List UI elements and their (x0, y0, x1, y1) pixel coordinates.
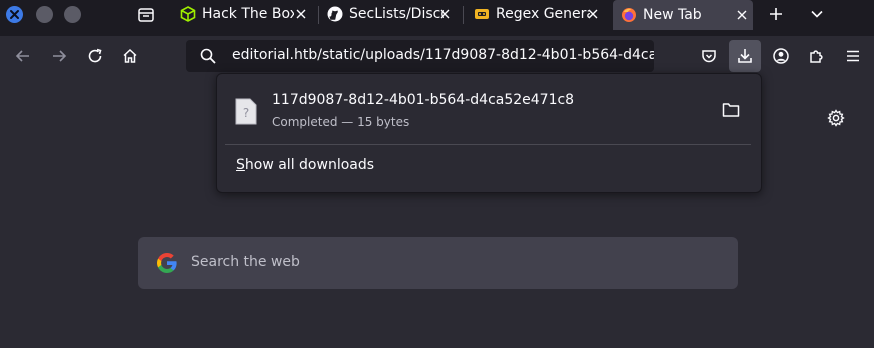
svg-text:?: ? (243, 106, 249, 120)
chevron-down-icon[interactable] (808, 5, 826, 23)
downloads-panel: ? 117d9087-8d12-4b01-b564-d4ca52e471c8 C… (216, 73, 762, 193)
download-status: Completed — 15 bytes (272, 115, 410, 129)
github-icon (327, 6, 343, 22)
tab-label: Hack The Box (202, 6, 294, 22)
tab-separator (318, 6, 319, 24)
search-placeholder: Search the web (191, 254, 300, 270)
account-icon[interactable] (772, 47, 790, 65)
tab-strip: Hack The Box SecLists/Disco Regex Genera… (0, 0, 874, 36)
url-text[interactable]: editorial.htb/static/uploads/117d9087-8d… (232, 47, 654, 63)
extensions-puzzle-icon[interactable] (808, 47, 826, 65)
show-all-downloads-button[interactable]: Show all downloads (236, 157, 374, 173)
close-tab-icon[interactable] (438, 7, 452, 21)
reload-icon[interactable] (86, 47, 104, 65)
home-icon[interactable] (121, 47, 139, 65)
window-minimize-button[interactable] (36, 6, 53, 23)
regex-generator-icon (475, 9, 489, 19)
search-icon (200, 48, 216, 64)
close-tab-icon[interactable] (586, 7, 600, 21)
close-icon (10, 10, 19, 19)
tab-label: SecLists/Disco (349, 6, 444, 22)
close-tab-icon[interactable] (294, 7, 308, 21)
window-maximize-button[interactable] (64, 6, 81, 23)
back-arrow-icon[interactable] (14, 47, 32, 65)
show-all-label: how all downloads (244, 157, 375, 173)
google-logo-icon (157, 253, 177, 273)
downloads-button[interactable] (729, 40, 761, 72)
download-icon (738, 49, 752, 63)
tab-seclists[interactable]: SecLists/Disco (327, 0, 454, 28)
tab-label: Regex Genera (496, 6, 590, 22)
folder-icon[interactable] (722, 102, 740, 118)
tab-new-tab[interactable]: New Tab (613, 0, 753, 30)
unknown-file-icon: ? (235, 98, 257, 125)
close-tab-icon[interactable] (735, 8, 749, 22)
tab-hack-the-box[interactable]: Hack The Box (180, 0, 310, 28)
web-search-box[interactable]: Search the web (138, 237, 738, 289)
navigation-toolbar: editorial.htb/static/uploads/117d9087-8d… (0, 36, 874, 76)
plus-icon[interactable] (767, 5, 785, 23)
download-item[interactable]: ? 117d9087-8d12-4b01-b564-d4ca52e471c8 C… (217, 74, 761, 144)
hackthebox-cube-icon (180, 6, 196, 22)
forward-arrow-icon[interactable] (50, 47, 68, 65)
hamburger-menu-icon[interactable] (844, 47, 862, 65)
firefox-icon (622, 8, 636, 22)
download-file-name: 117d9087-8d12-4b01-b564-d4ca52e471c8 (272, 92, 575, 108)
firefox-view-icon[interactable] (137, 6, 155, 24)
url-bar[interactable]: editorial.htb/static/uploads/117d9087-8d… (186, 40, 654, 72)
window-close-button[interactable] (6, 6, 23, 23)
tab-label: New Tab (643, 7, 702, 23)
access-key-letter: S (236, 157, 245, 173)
pocket-icon[interactable] (700, 47, 718, 65)
gear-icon[interactable] (827, 109, 845, 127)
tab-regex-generator[interactable]: Regex Genera (474, 0, 602, 28)
tab-separator (463, 6, 464, 24)
panel-divider (225, 144, 751, 145)
